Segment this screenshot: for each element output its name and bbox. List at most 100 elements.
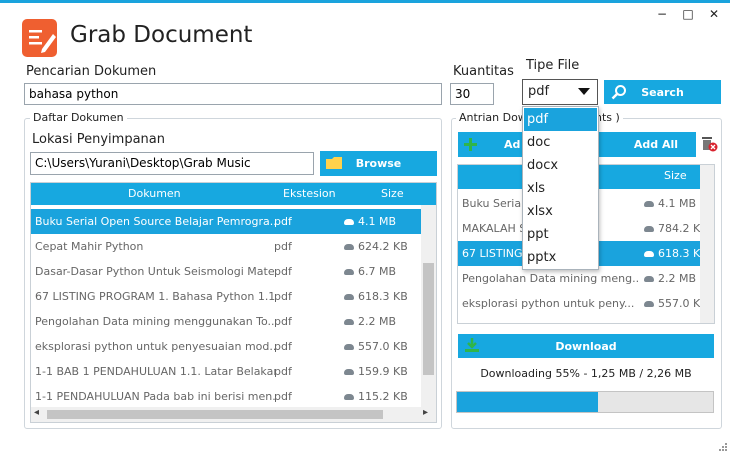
cell-dokumen: 1-1 PENDAHULUAN Pada bab ini berisi men.… [35, 390, 275, 403]
document-table: Dokumen Ekstesion Size Buku Serial Open … [30, 182, 437, 423]
document-rows: Buku Serial Open Source Belajar Pemrogra… [31, 209, 421, 409]
cell-ekstesion: pdf [274, 290, 292, 303]
download-icon [465, 338, 479, 352]
filetype-option-xls[interactable]: xls [524, 177, 597, 200]
cell-size-value: 4.1 MB [358, 215, 397, 228]
cell-dokumen: Pengolahan Data mining menggunakan To... [35, 315, 275, 328]
quantity-input[interactable]: 30 [450, 83, 494, 105]
queue-cell-size: 784.2 KB [644, 216, 708, 241]
minimize-button[interactable]: − [655, 6, 669, 22]
filetype-option-pptx[interactable]: pptx [524, 246, 597, 269]
table-row[interactable]: 67 LISTING PROGRAM 1. Bahasa Python 1.1 … [31, 284, 421, 309]
add-button[interactable]: Ad [458, 132, 528, 157]
filetype-select[interactable]: pdf [522, 79, 598, 105]
list-item[interactable]: eksplorasi python untuk peny... 557.0 KB [458, 291, 708, 316]
table-row[interactable]: 1-1 PENDAHULUAN Pada bab ini berisi men.… [31, 384, 421, 409]
download-progress-fill [457, 392, 598, 412]
download-status: Downloading 55% - 1,25 MB / 2,26 MB [480, 367, 692, 380]
cell-size: 618.3 KB [344, 284, 408, 309]
download-button[interactable]: Download [458, 334, 714, 358]
cell-ekstesion: pdf [274, 365, 292, 378]
filetype-option-xlsx[interactable]: xlsx [524, 200, 597, 223]
cell-size-value: 6.7 MB [358, 265, 397, 278]
filetype-dropdown[interactable]: pdf doc docx xls xlsx ppt pptx [522, 106, 599, 270]
col-size: Size [381, 187, 404, 200]
queue-cell-size: 2.2 MB [644, 266, 696, 291]
cell-size: 4.1 MB [344, 209, 396, 234]
cell-size: 624.2 KB [344, 234, 408, 259]
table-row[interactable]: 1-1 BAB 1 PENDAHULUAN 1.1. Latar Belakan… [31, 359, 421, 384]
cloud-icon [644, 201, 654, 207]
cloud-icon [344, 394, 354, 400]
cell-ekstesion: pdf [274, 240, 292, 253]
cell-size: 159.9 KB [344, 359, 408, 384]
path-input[interactable]: C:\Users\Yurani\Desktop\Grab Music [30, 152, 314, 175]
search-button[interactable]: Search [604, 80, 721, 104]
browse-button[interactable]: Browse [320, 151, 437, 176]
close-button[interactable]: ✕ [707, 6, 721, 22]
browse-button-label: Browse [355, 157, 402, 170]
cloud-icon [344, 269, 354, 275]
cell-ekstesion: pdf [274, 390, 292, 403]
cloud-icon [344, 294, 354, 300]
cell-dokumen: eksplorasi python untuk penyesuaian mod.… [35, 340, 275, 353]
queue-col-size: Size [664, 169, 687, 182]
col-dokumen: Dokumen [128, 187, 181, 200]
queue-cell-size-value: 4.1 MB [658, 197, 697, 210]
filetype-option-pdf[interactable]: pdf [524, 108, 597, 131]
filetype-select-value: pdf [528, 84, 550, 99]
cell-size-value: 618.3 KB [358, 290, 408, 303]
resize-grip-icon[interactable] [716, 437, 728, 451]
scroll-right-icon[interactable]: ▸ [423, 407, 428, 418]
queue-cell-size: 557.0 KB [644, 291, 708, 316]
chevron-down-icon [578, 88, 590, 95]
table-row[interactable]: Cepat Mahir Python pdf 624.2 KB [31, 234, 421, 259]
table-row[interactable]: Pengolahan Data mining menggunakan To...… [31, 309, 421, 334]
col-ekstesion: Ekstesion [283, 187, 336, 200]
search-button-label: Search [641, 85, 684, 99]
add-all-button[interactable]: Add All [596, 132, 696, 157]
cell-size: 557.0 KB [344, 334, 408, 359]
table-row[interactable]: Dasar-Dasar Python Untuk Seismologi Mate… [31, 259, 421, 284]
filetype-option-doc[interactable]: doc [524, 131, 597, 154]
document-table-header: Dokumen Ekstesion Size [31, 183, 436, 205]
queue-vscrollbar[interactable] [700, 165, 714, 323]
cell-size: 2.2 MB [344, 309, 396, 334]
cell-size: 6.7 MB [344, 259, 396, 284]
cell-ekstesion: pdf [274, 265, 292, 278]
cloud-icon [344, 244, 354, 250]
cell-dokumen: 67 LISTING PROGRAM 1. Bahasa Python 1.1 … [35, 290, 275, 303]
filetype-label: Tipe File [526, 58, 580, 73]
queue-cell-size: 4.1 MB [644, 191, 696, 216]
filetype-option-ppt[interactable]: ppt [524, 223, 597, 246]
scroll-left-icon[interactable]: ◂ [34, 407, 39, 418]
queue-cell-size: 618.3 KB [644, 241, 708, 266]
queue-cell-dokumen: eksplorasi python untuk peny... [462, 297, 635, 310]
window-top-accent [0, 0, 730, 3]
cell-ekstesion: pdf [274, 315, 292, 328]
maximize-button[interactable]: □ [681, 6, 695, 22]
filetype-option-docx[interactable]: docx [524, 154, 597, 177]
cell-ekstesion: pdf [274, 215, 292, 228]
search-label: Pencarian Dokumen [26, 64, 157, 79]
table-row[interactable]: eksplorasi python untuk penyesuaian mod.… [31, 334, 421, 359]
app-title: Grab Document [70, 22, 253, 48]
cloud-icon [344, 344, 354, 350]
document-vscrollbar[interactable] [421, 205, 436, 407]
table-row[interactable]: Buku Serial Open Source Belajar Pemrogra… [31, 209, 421, 234]
download-progress-bar [456, 391, 714, 413]
daftar-dokumen-label: Daftar Dokumen [30, 111, 127, 124]
cell-dokumen: Buku Serial Open Source Belajar Pemrogra… [35, 215, 275, 228]
cloud-icon [644, 276, 654, 282]
cell-ekstesion: pdf [274, 340, 292, 353]
folder-icon [326, 157, 342, 169]
search-input[interactable]: bahasa python [24, 83, 442, 105]
cell-dokumen: Cepat Mahir Python [35, 240, 144, 253]
delete-icon[interactable] [700, 135, 718, 153]
cell-size-value: 2.2 MB [358, 315, 397, 328]
cloud-icon [344, 219, 354, 225]
cell-size-value: 557.0 KB [358, 340, 408, 353]
document-hscrollbar[interactable]: ◂ ▸ [31, 407, 436, 422]
document-hscroll-thumb[interactable] [47, 410, 383, 419]
document-vscroll-thumb[interactable] [423, 263, 434, 375]
